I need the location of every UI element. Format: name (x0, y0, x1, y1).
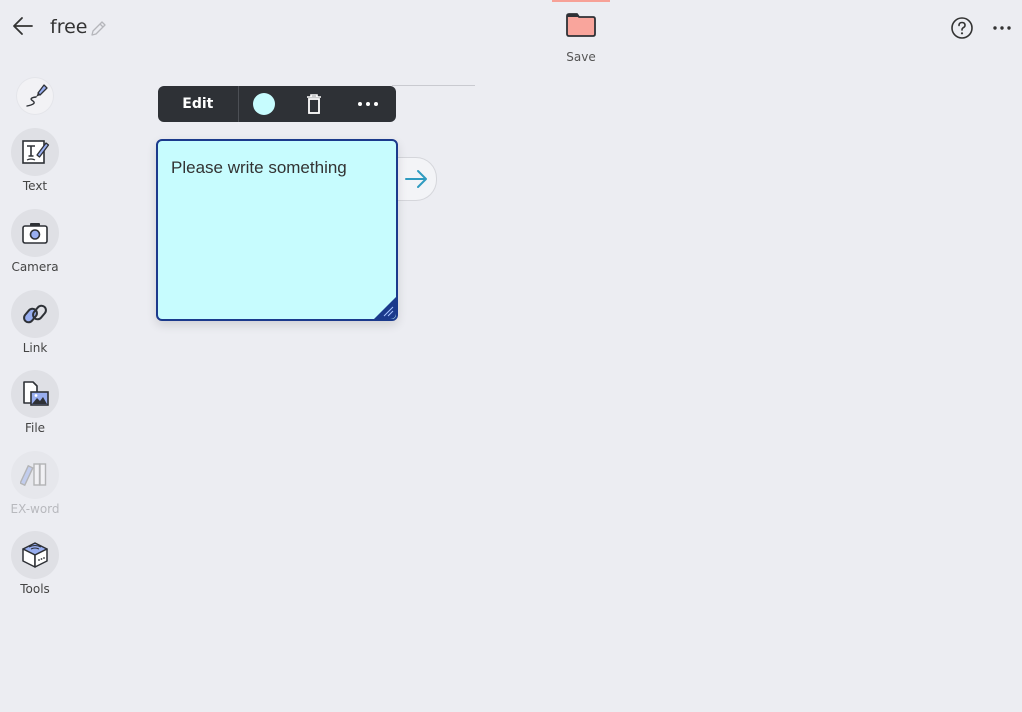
text-button-circle (11, 128, 59, 176)
tools-label: Tools (20, 582, 50, 596)
books-icon (20, 463, 47, 487)
sidebar-item-exword[interactable]: EX-word (9, 451, 61, 516)
folder-icon (566, 13, 596, 37)
page-title[interactable]: free (50, 16, 87, 38)
file-label: File (24, 421, 46, 435)
save-label: Save (566, 50, 596, 64)
save-indicator (552, 0, 610, 2)
pen-icon (26, 84, 48, 107)
help-button[interactable] (950, 16, 974, 40)
note-text[interactable]: Please write something (171, 158, 347, 178)
sidebar-item-text[interactable]: Text (9, 128, 61, 193)
save-button[interactable]: Save (552, 0, 610, 70)
next-button[interactable] (392, 157, 437, 201)
sidebar-item-camera[interactable]: Camera (9, 209, 61, 274)
tools-button-circle (11, 531, 59, 579)
question-circle-icon (951, 17, 973, 39)
camera-button-circle (11, 209, 59, 257)
toolbox-icon (22, 542, 48, 568)
note-toolbar: Edit (158, 86, 396, 122)
color-swatch (252, 93, 275, 115)
ellipsis-icon (993, 26, 1011, 30)
edit-button[interactable]: Edit (158, 86, 239, 122)
text-label: Text (22, 179, 48, 193)
link-icon (23, 304, 47, 324)
exword-label: EX-word (10, 502, 60, 516)
back-button[interactable] (10, 14, 36, 38)
link-label: Link (22, 341, 48, 355)
resize-handle-icon[interactable] (374, 297, 396, 319)
trash-icon (307, 94, 322, 114)
color-picker-button[interactable] (239, 86, 289, 122)
sidebar-item-link[interactable]: Link (9, 290, 61, 355)
edit-title-button[interactable] (88, 19, 108, 39)
delete-button[interactable] (288, 86, 340, 122)
ellipsis-icon (358, 102, 379, 106)
file-image-icon (23, 381, 49, 406)
sidebar-item-pen[interactable] (9, 78, 61, 114)
connector-line (392, 85, 475, 86)
pen-button-circle (17, 78, 53, 114)
pencil-icon (91, 21, 106, 36)
arrow-left-icon (13, 17, 33, 35)
sidebar-item-file[interactable]: File (9, 370, 61, 435)
text-icon (22, 140, 50, 164)
sticky-note[interactable]: Please write something (156, 139, 398, 321)
camera-label: Camera (11, 260, 59, 274)
sidebar-item-tools[interactable]: Tools (9, 531, 61, 596)
exword-button-circle (11, 451, 59, 499)
camera-icon (22, 223, 48, 244)
note-more-button[interactable] (340, 86, 396, 122)
arrow-right-icon (405, 170, 427, 188)
file-button-circle (11, 370, 59, 418)
link-button-circle (11, 290, 59, 338)
more-options-button[interactable] (990, 18, 1014, 38)
